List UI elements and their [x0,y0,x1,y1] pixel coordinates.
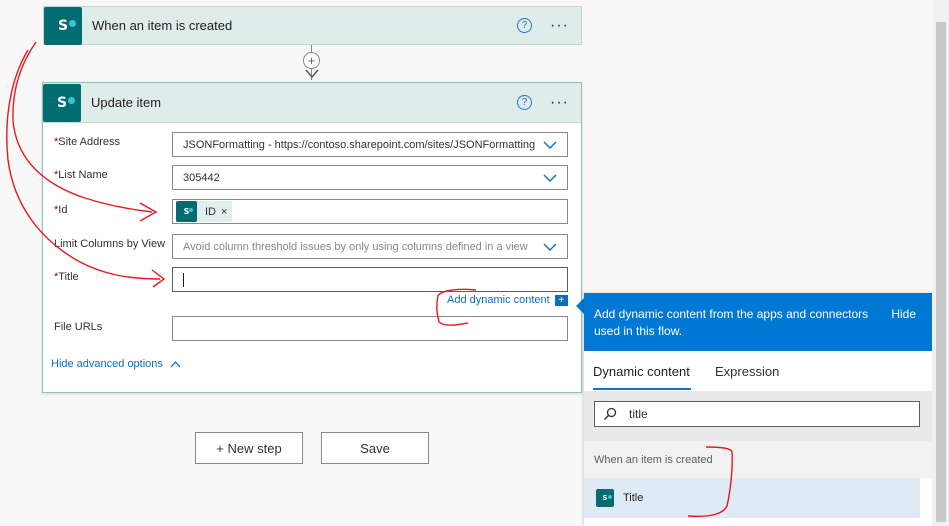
remove-token-icon[interactable]: × [221,206,227,218]
sharepoint-icon: S [44,6,82,45]
more-options-icon[interactable]: ··· [550,94,569,110]
site-address-label: *Site Address [54,136,120,148]
search-value: title [629,407,648,421]
tab-dynamic-content[interactable]: Dynamic content [593,364,690,379]
sharepoint-icon: S [596,489,614,507]
save-button[interactable]: Save [321,432,429,464]
search-area: title [584,391,932,441]
list-name-value: 305442 [183,171,220,184]
site-address-label-text: Site Address [58,136,121,148]
scrollbar-thumb[interactable] [936,22,946,522]
help-icon[interactable]: ? [517,95,533,110]
insert-step-icon[interactable]: + [303,52,320,69]
file-urls-input[interactable] [172,316,568,341]
tab-expression[interactable]: Expression [715,364,779,379]
list-name-label-text: List Name [58,169,108,181]
dynamic-panel-tabs: Dynamic content Expression [584,351,932,391]
hide-advanced-options-label: Hide advanced options [51,358,163,370]
chevron-down-icon[interactable] [543,243,557,251]
hide-panel-link[interactable]: Hide [891,307,916,321]
title-label-text: Title [58,271,79,283]
limit-columns-label: Limit Columns by View [54,238,166,250]
token-label: ID [205,205,216,218]
title-input[interactable] [172,267,568,292]
add-dynamic-content-label: Add dynamic content [447,294,550,306]
list-name-label: *List Name [54,169,108,181]
limit-columns-dropdown[interactable]: Avoid column threshold issues by only us… [172,234,568,259]
dynamic-item-label: Title [623,492,644,504]
active-tab-indicator [593,388,691,390]
add-dynamic-content-icon: + [554,294,568,306]
update-item-card: S Update item ? ··· *Site Address JSONFo… [42,82,582,393]
sharepoint-icon: S [43,83,81,122]
id-label-text: Id [58,204,68,216]
trigger-card[interactable]: S When an item is created ? ··· [43,6,582,45]
new-step-button[interactable]: + New step [195,432,303,464]
help-icon[interactable]: ? [517,18,533,33]
limit-columns-placeholder: Avoid column threshold issues by only us… [183,240,528,253]
list-name-dropdown[interactable]: 305442 [172,165,568,190]
site-address-value: JSONFormatting - https://contoso.sharepo… [183,138,536,151]
dynamic-item-title[interactable]: S Title [584,478,920,518]
dynamic-panel-header: Add dynamic content from the apps and co… [584,293,932,351]
chevron-up-icon [170,360,181,367]
dynamic-panel-description: Add dynamic content from the apps and co… [594,307,869,338]
text-cursor [183,272,184,287]
more-options-icon[interactable]: ··· [550,17,569,33]
dynamic-group-header[interactable]: When an item is created [584,441,932,478]
search-icon [604,407,617,420]
dynamic-token-id[interactable]: S ID × [176,201,233,222]
chevron-down-icon[interactable] [543,174,557,182]
id-label: *Id [54,204,67,216]
chevron-down-icon[interactable] [543,141,557,149]
trigger-title: When an item is created [92,18,233,33]
site-address-dropdown[interactable]: JSONFormatting - https://contoso.sharepo… [172,132,568,157]
action-title: Update item [91,95,162,110]
dynamic-content-panel: Add dynamic content from the apps and co… [584,293,932,526]
sharepoint-icon: S [176,201,197,222]
file-urls-label: File URLs [54,321,103,333]
action-header[interactable]: S Update item ? ··· [43,83,581,123]
title-label: *Title [54,271,79,283]
search-input[interactable]: title [594,401,920,427]
dynamic-group-label: When an item is created [594,453,713,466]
arrow-down-icon [305,69,319,79]
id-input[interactable]: S ID × [172,199,568,224]
add-dynamic-content-link[interactable]: Add dynamic content + [447,294,568,306]
scrollbar[interactable] [933,0,949,526]
hide-advanced-options-link[interactable]: Hide advanced options [51,358,181,370]
